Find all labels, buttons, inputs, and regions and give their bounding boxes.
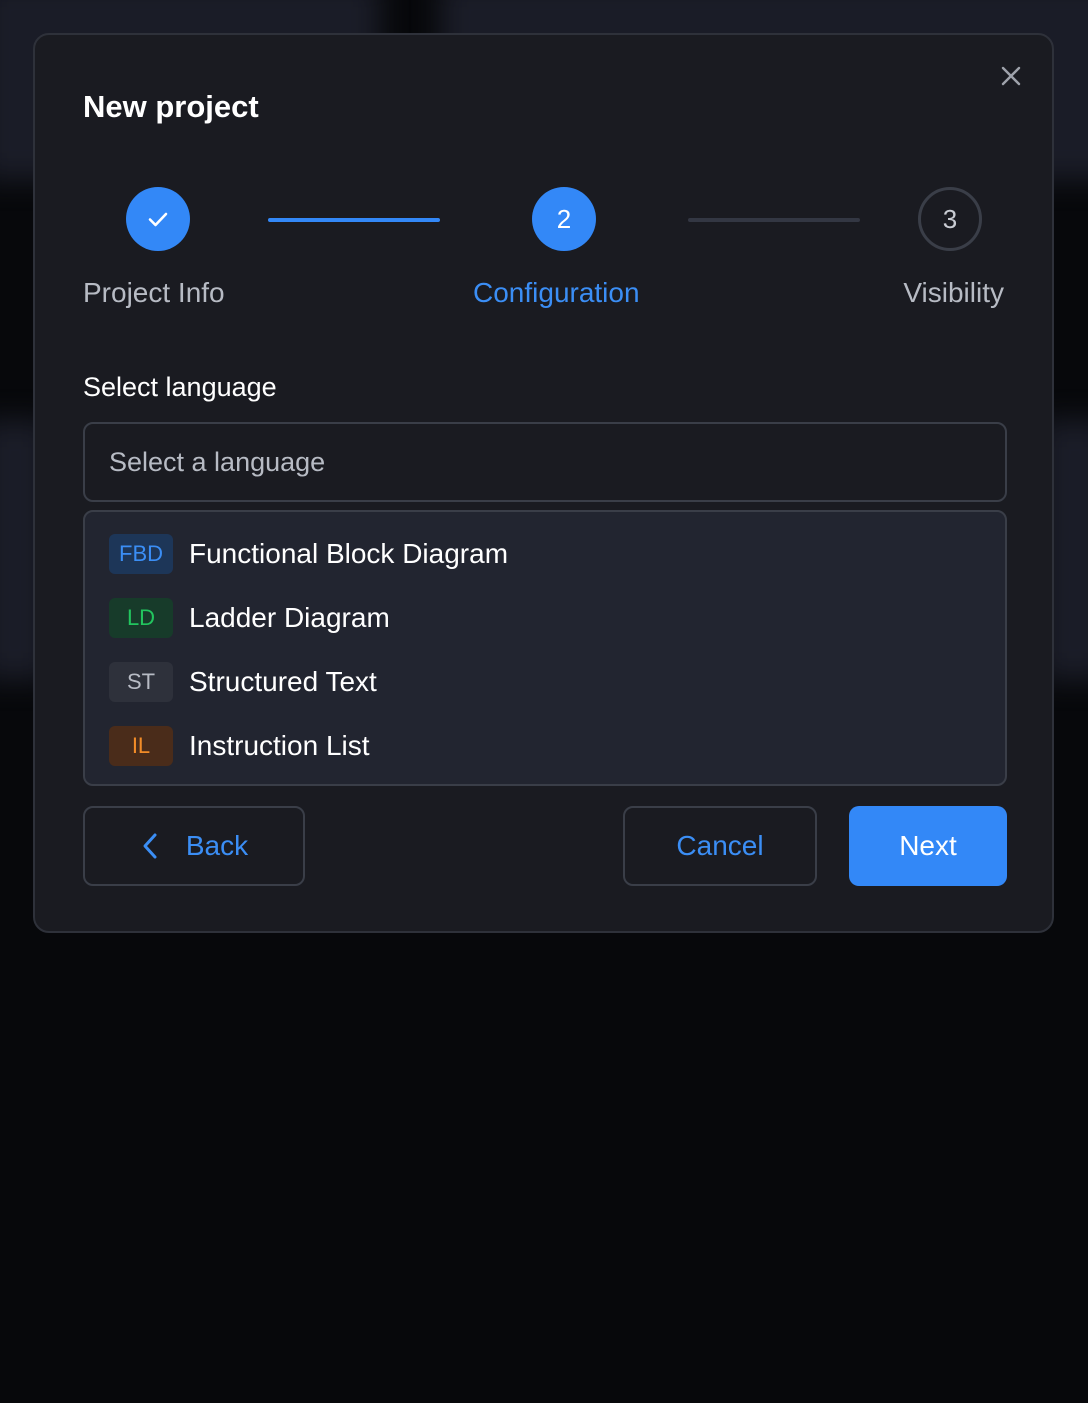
step-2-indicator: 2 (532, 187, 596, 251)
close-button[interactable] (996, 61, 1026, 91)
language-option-label: Ladder Diagram (189, 602, 390, 633)
language-option-label: Structured Text (189, 666, 377, 697)
language-option-ld[interactable]: LD Ladder Diagram (85, 586, 1005, 650)
back-button[interactable]: Back (83, 806, 305, 886)
chevron-left-icon (143, 833, 157, 859)
language-search-input[interactable] (83, 422, 1007, 502)
next-button-label: Next (899, 830, 957, 861)
language-option-fbd[interactable]: FBD Functional Block Diagram (85, 522, 1005, 586)
close-icon (1001, 66, 1021, 86)
dialog-title: New project (83, 89, 259, 124)
step-connector-complete (268, 218, 440, 222)
step-connector-pending (688, 218, 860, 222)
step-1-indicator (126, 187, 190, 251)
cancel-button-label: Cancel (676, 830, 764, 861)
step-label-visibility: Visibility (903, 277, 1004, 308)
cancel-button[interactable]: Cancel (623, 806, 817, 886)
step-3-indicator: 3 (918, 187, 982, 251)
step-3-number: 3 (942, 203, 958, 234)
back-button-label: Back (185, 830, 249, 861)
select-language-label: Select language (83, 372, 277, 402)
language-badge: LD (109, 598, 173, 638)
new-project-dialog: New project 2 3 Project Info Configurati… (33, 33, 1054, 933)
check-icon (148, 212, 168, 227)
language-badge: FBD (109, 534, 173, 574)
language-option-label: Functional Block Diagram (189, 538, 509, 569)
language-badge: ST (109, 662, 173, 702)
step-2-number: 2 (556, 203, 572, 234)
step-label-configuration: Configuration (473, 277, 640, 308)
language-option-il[interactable]: IL Instruction List (85, 714, 1005, 778)
language-badge: IL (109, 726, 173, 766)
language-option-label: Instruction List (189, 730, 370, 761)
language-option-st[interactable]: ST Structured Text (85, 650, 1005, 714)
language-dropdown: FBD Functional Block Diagram LD Ladder D… (83, 510, 1007, 786)
step-label-project-info: Project Info (83, 277, 225, 308)
next-button[interactable]: Next (849, 806, 1007, 886)
